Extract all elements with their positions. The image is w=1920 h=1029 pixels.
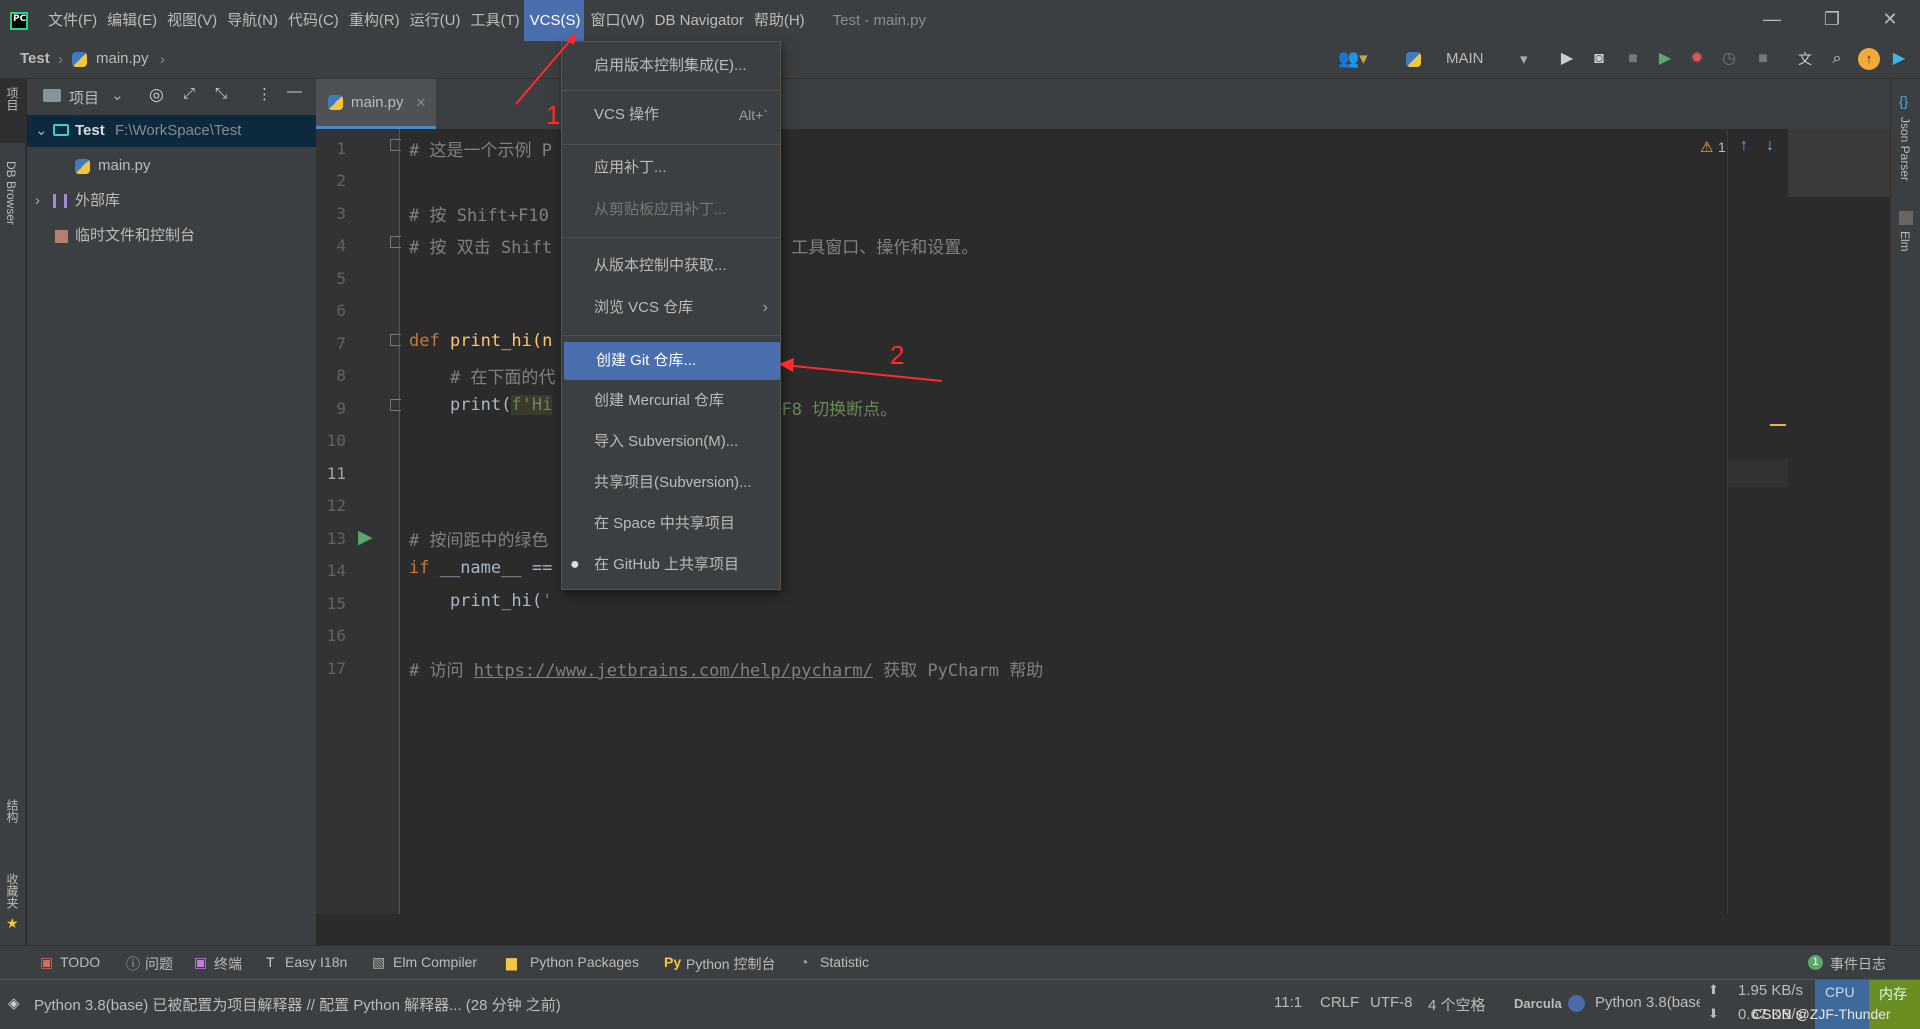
annotation-arrowhead-2 <box>779 358 794 372</box>
annotation-arrow-1 <box>515 35 575 105</box>
annotation-overlay <box>515 33 943 382</box>
annotation-number-1: 1 <box>546 100 561 130</box>
annotation-number-2: 2 <box>890 340 905 370</box>
annotation-arrow-2 <box>783 364 943 382</box>
